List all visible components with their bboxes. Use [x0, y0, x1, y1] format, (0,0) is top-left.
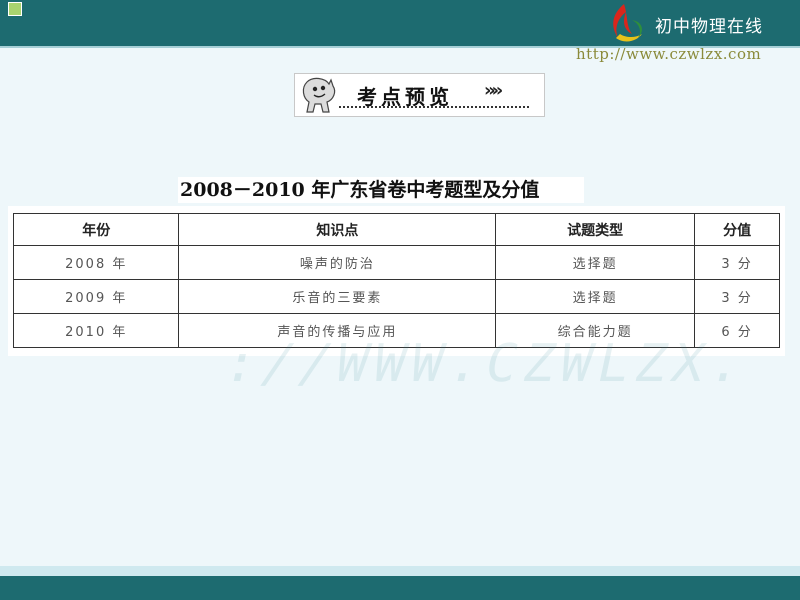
cell-score: 3 分 — [694, 245, 780, 280]
mascot-icon — [302, 77, 336, 113]
column-header-score: 分值 — [694, 213, 780, 246]
table-caption: 2008－2010 年广东省卷中考题型及分值 — [178, 177, 584, 203]
cell-topic: 噪声的防治 — [178, 245, 497, 280]
column-header-topic: 知识点 — [178, 213, 497, 246]
banner-underline — [339, 106, 529, 109]
cell-score: 3 分 — [694, 279, 780, 314]
cell-year: 2010 年 — [12, 313, 180, 348]
cell-year: 2008 年 — [12, 245, 180, 280]
site-name: 初中物理在线 — [655, 17, 763, 37]
table-header-row: 年份 知识点 试题类型 分值 — [12, 213, 780, 246]
header-bar: 初中物理在线 — [0, 0, 800, 46]
column-header-question-type: 试题类型 — [495, 213, 696, 246]
footer-strip — [0, 566, 800, 576]
double-chevron-icon: »» — [484, 80, 503, 101]
header-marker — [8, 2, 22, 16]
exam-score-table: 年份 知识点 试题类型 分值 2008 年 噪声的防治 选择题 3 分 2009… — [12, 213, 780, 348]
section-banner: 考点预览 »» — [294, 73, 545, 117]
table-row: 2008 年 噪声的防治 选择题 3 分 — [12, 245, 780, 280]
flame-logo-icon — [613, 4, 642, 42]
column-header-year: 年份 — [12, 213, 180, 246]
cell-year: 2009 年 — [12, 279, 180, 314]
table-row: 2009 年 乐音的三要素 选择题 3 分 — [12, 279, 780, 314]
cell-question-type: 选择题 — [495, 279, 696, 314]
site-url-link[interactable]: http://www.czwlzx.com — [576, 45, 761, 63]
watermark: ://WWW.CZWLZX. — [218, 334, 754, 394]
cell-question-type: 选择题 — [495, 245, 696, 280]
footer-bar — [0, 576, 800, 600]
cell-topic: 乐音的三要素 — [178, 279, 497, 314]
